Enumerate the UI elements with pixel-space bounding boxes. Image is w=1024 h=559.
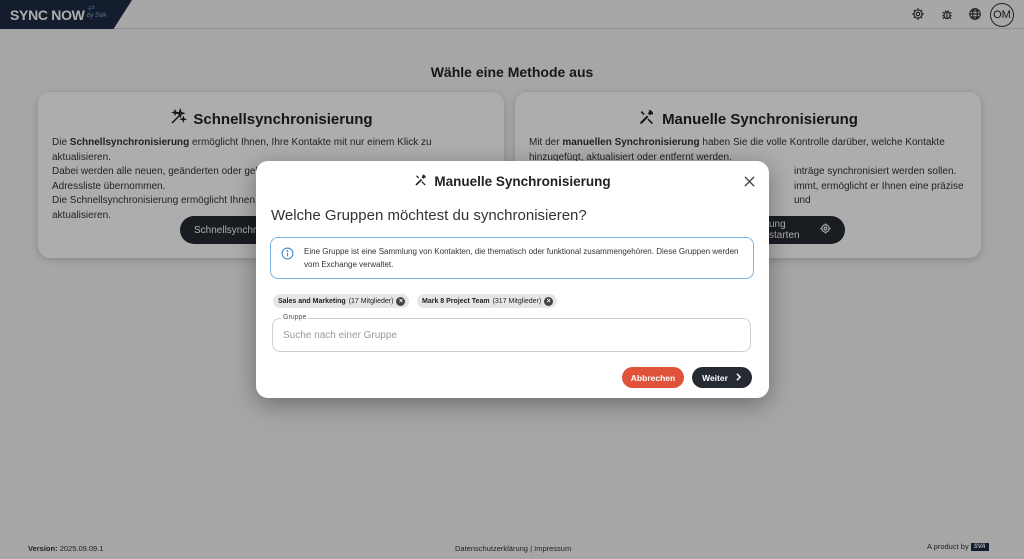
dialog-title: Manuelle Synchronisierung	[256, 173, 769, 190]
dialog-title-text: Manuelle Synchronisierung	[434, 174, 611, 189]
dialog-question: Welche Gruppen möchtest du synchronisier…	[271, 207, 587, 224]
group-chip: Sales and Marketing (17 Mitglieder) ×	[273, 294, 410, 308]
tools-icon	[414, 173, 428, 190]
next-button[interactable]: Weiter	[692, 367, 752, 388]
info-icon	[281, 247, 294, 260]
remove-chip-icon[interactable]: ×	[396, 296, 406, 306]
field-label: Gruppe	[281, 314, 309, 321]
group-chip: Mark 8 Project Team (317 Mitglieder) ×	[417, 294, 558, 308]
close-icon[interactable]	[741, 173, 757, 189]
manual-sync-dialog: Manuelle Synchronisierung Welche Gruppen…	[256, 161, 769, 398]
info-box: Eine Gruppe ist eine Sammlung von Kontak…	[270, 237, 754, 279]
cancel-button[interactable]: Abbrechen	[622, 367, 684, 388]
chevron-right-icon	[735, 372, 742, 383]
group-search-input[interactable]	[272, 318, 751, 352]
info-text: Eine Gruppe ist eine Sammlung von Kontak…	[304, 247, 739, 269]
remove-chip-icon[interactable]: ×	[544, 296, 554, 306]
next-label: Weiter	[702, 372, 728, 383]
